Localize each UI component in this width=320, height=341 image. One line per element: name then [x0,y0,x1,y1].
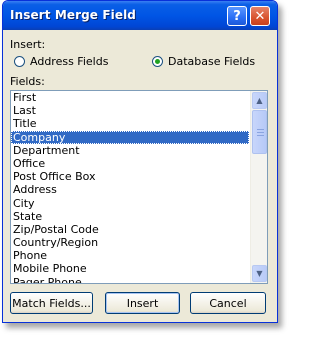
match-fields-button[interactable]: Match Fields... [10,292,93,314]
title-bar[interactable]: Insert Merge Field ? ✕ [3,1,277,30]
insert-button[interactable]: Insert [105,292,180,314]
address-fields-radio[interactable]: Address Fields [14,55,108,68]
vertical-scrollbar[interactable]: ▲ ▼ [250,91,267,283]
list-item[interactable]: Last [11,104,249,117]
grip-line [257,132,264,133]
list-item[interactable]: Zip/Postal Code [11,223,249,236]
fields-listbox[interactable]: First Last Title Company Department Office Pos… [10,90,268,284]
list-item[interactable]: Post Office Box [11,170,249,183]
grip-line [257,135,264,136]
scroll-down-button[interactable]: ▼ [252,265,267,282]
radio-address-icon[interactable] [14,56,25,67]
list-item[interactable]: First [11,91,249,104]
radio-database-icon[interactable] [152,56,163,67]
scroll-up-button[interactable]: ▲ [252,92,267,109]
insert-button-label: Insert [126,296,159,310]
fields-label: Fields: [10,75,45,88]
address-fields-label: Address Fields [30,55,109,68]
list-item[interactable]: Address [11,183,249,196]
list-item[interactable]: Phone [11,249,249,262]
list-item[interactable]: Office [11,157,249,170]
list-item[interactable]: Pager Phone [11,276,249,283]
list-item[interactable]: Country/Region [11,236,249,249]
close-button[interactable]: ✕ [250,6,270,26]
chevron-down-icon: ▼ [256,269,263,278]
cancel-button[interactable]: Cancel [190,292,266,314]
list-item[interactable]: City [11,197,249,210]
insert-label: Insert: [10,38,46,51]
close-icon: ✕ [254,8,266,24]
list-item[interactable]: Department [11,144,249,157]
cancel-button-label: Cancel [209,296,247,310]
fields-list: First Last Title Company Department Office Pos… [11,91,249,283]
list-item[interactable]: Mobile Phone [11,262,249,275]
database-fields-radio[interactable]: Database Fields [152,55,255,68]
help-button[interactable]: ? [227,6,247,26]
list-item[interactable]: Title [11,117,249,130]
chevron-up-icon: ▲ [256,96,263,105]
match-fields-label: Match Fields... [12,296,91,310]
list-item[interactable]: State [11,210,249,223]
list-item[interactable]: Company [11,130,249,144]
scroll-thumb[interactable] [252,110,267,154]
dialog-title: Insert Merge Field [10,8,136,22]
insert-merge-field-dialog: Insert Merge Field ? ✕ Insert: Address F… [2,0,278,323]
help-icon: ? [233,8,241,24]
database-fields-label: Database Fields [168,55,256,68]
dialog-body: Insert: Address Fields Database Fields F… [6,30,274,319]
grip-line [257,129,264,130]
